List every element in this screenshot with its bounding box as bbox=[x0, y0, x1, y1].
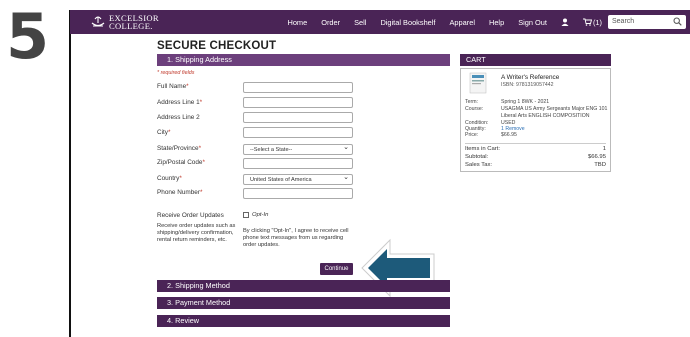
nav-sign-out[interactable]: Sign Out bbox=[518, 18, 547, 27]
logo-text-line2: COLLEGE. bbox=[109, 21, 153, 31]
college-logo[interactable]: EXCELSIOR COLLEGE. bbox=[90, 13, 159, 31]
cart-header: CART bbox=[460, 54, 611, 66]
cart-icon bbox=[582, 18, 592, 26]
page-title: SECURE CHECKOUT bbox=[157, 40, 277, 52]
search-icon[interactable] bbox=[673, 17, 682, 32]
country-select-value: United States of America bbox=[250, 177, 312, 183]
country-select[interactable]: United States of America bbox=[243, 173, 353, 185]
subtotal-key: Subtotal: bbox=[465, 154, 489, 160]
required-fields-note: * required fields bbox=[157, 70, 195, 76]
search-placeholder: Search bbox=[612, 18, 635, 25]
address-line1-label: Address Line 1* bbox=[157, 99, 203, 106]
opt-in-checkbox[interactable] bbox=[243, 212, 249, 218]
phone-label: Phone Number* bbox=[157, 189, 203, 196]
nav-order[interactable]: Order bbox=[321, 18, 340, 27]
step-number: 5 bbox=[6, 0, 49, 73]
book-cover-thumbnail bbox=[469, 72, 487, 94]
cart-summary-divider bbox=[465, 143, 606, 144]
cart-button[interactable]: (1) bbox=[582, 17, 602, 27]
zip-label: Zip/Postal Code* bbox=[157, 159, 205, 166]
lamp-logo-icon bbox=[90, 14, 106, 30]
order-updates-description: Receive order updates such as shipping/d… bbox=[157, 223, 236, 243]
address-line1-input[interactable] bbox=[243, 97, 353, 108]
nav-home[interactable]: Home bbox=[287, 18, 307, 27]
items-in-cart-value: 1 bbox=[602, 146, 606, 152]
address-line2-input[interactable] bbox=[243, 112, 353, 123]
course-key: Course: bbox=[465, 106, 484, 112]
term-value: Spring 1 8WK - 2021 bbox=[501, 99, 550, 105]
sales-tax-key: Sales Tax: bbox=[465, 162, 493, 168]
items-in-cart-key: Items in Cart: bbox=[465, 146, 501, 152]
main-nav: Home Order Sell Digital Bookshelf Appare… bbox=[273, 10, 602, 34]
city-input[interactable] bbox=[243, 127, 353, 138]
address-line2-label: Address Line 2 bbox=[157, 114, 200, 121]
nav-sell[interactable]: Sell bbox=[354, 18, 366, 27]
opt-in-consent-text: By clicking "Opt-In", I agree to receive… bbox=[243, 228, 349, 248]
state-select-value: --Select a State-- bbox=[250, 147, 293, 153]
section-review[interactable]: 4. Review bbox=[157, 315, 450, 327]
course-value-line1: USAGMA US Army Sergeants Major ENG 101 bbox=[501, 106, 608, 112]
order-updates-title: Receive Order Updates bbox=[157, 212, 224, 219]
section-shipping-method[interactable]: 2. Shipping Method bbox=[157, 280, 450, 292]
section-payment-method[interactable]: 3. Payment Method bbox=[157, 297, 450, 309]
price-value: $66.95 bbox=[501, 132, 517, 138]
price-key: Price: bbox=[465, 132, 479, 138]
nav-help[interactable]: Help bbox=[489, 18, 504, 27]
nav-apparel[interactable]: Apparel bbox=[450, 18, 475, 27]
sales-tax-value: TBD bbox=[594, 162, 606, 168]
full-name-input[interactable] bbox=[243, 82, 353, 93]
nav-digital-bookshelf[interactable]: Digital Bookshelf bbox=[380, 18, 435, 27]
continue-button[interactable]: Continue bbox=[320, 263, 353, 275]
state-label: State/Province* bbox=[157, 145, 202, 152]
state-select[interactable]: --Select a State-- bbox=[243, 143, 353, 155]
country-label: Country* bbox=[157, 175, 182, 182]
section-shipping-address[interactable]: 1. Shipping Address bbox=[157, 54, 450, 66]
book-title[interactable]: A Writer's Reference bbox=[501, 74, 559, 81]
cart-count: (1) bbox=[592, 17, 602, 27]
term-key: Term: bbox=[465, 99, 478, 105]
opt-in-label[interactable]: Opt-In bbox=[252, 212, 268, 218]
city-label: City* bbox=[157, 129, 171, 136]
phone-input[interactable] bbox=[243, 188, 353, 199]
cart-panel: A Writer's Reference ISBN: 9781319057442… bbox=[460, 68, 611, 172]
frame-divider bbox=[69, 10, 71, 337]
zip-input[interactable] bbox=[243, 158, 353, 169]
user-icon[interactable] bbox=[561, 18, 569, 26]
full-name-label: Full Name* bbox=[157, 83, 189, 90]
search-input[interactable]: Search bbox=[608, 15, 686, 29]
course-value-line2: Liberal Arts ENGLISH COMPOSITION bbox=[501, 113, 590, 119]
subtotal-value: $66.95 bbox=[587, 154, 606, 160]
top-nav-bar: EXCELSIOR COLLEGE. Home Order Sell Digit… bbox=[70, 10, 690, 34]
book-isbn: ISBN: 9781319057442 bbox=[501, 82, 554, 88]
